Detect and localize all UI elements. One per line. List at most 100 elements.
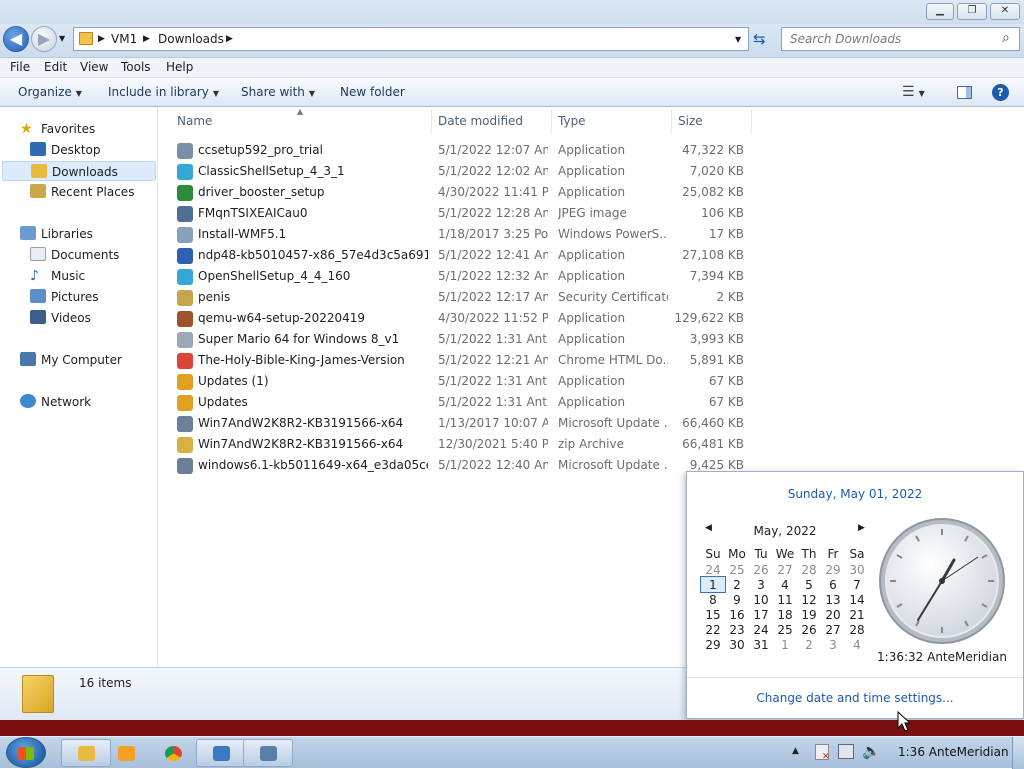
calendar-day[interactable]: 26 [749,562,773,577]
nav-recent-places[interactable]: Recent Places [30,184,134,204]
menu-view[interactable]: View [80,60,108,74]
view-options-icon[interactable]: ☰ ▼ [902,84,925,100]
calendar-day[interactable]: 23 [725,622,749,637]
change-date-time-settings-link[interactable]: Change date and time settings... [687,691,1023,705]
nav-network[interactable]: Network [20,394,91,414]
volume-icon[interactable]: 🔈 [862,742,881,760]
calendar-day[interactable]: 18 [773,607,797,622]
calendar-day[interactable]: 21 [845,607,869,622]
address-dropdown-icon[interactable]: ▼ [735,35,741,44]
calendar-day[interactable]: 30 [845,562,869,577]
file-row[interactable]: Super Mario 64 for Windows 8_v1 5/1/2022 … [175,329,753,350]
file-row[interactable]: OpenShellSetup_4_4_160 5/1/2022 12:32 An.… [175,266,753,287]
show-desktop-button[interactable] [1012,737,1024,769]
calendar-day[interactable]: 22 [701,622,725,637]
calendar-day[interactable]: 29 [701,637,725,652]
calendar-day-today[interactable]: 1 [700,576,726,593]
minimize-button[interactable]: ▁ [926,3,954,20]
taskbar-clock[interactable]: 1:36 AnteMeridian [898,745,1009,759]
taskbar-chrome-button[interactable] [148,739,198,767]
nav-downloads[interactable]: Downloads [2,161,156,181]
calendar-day[interactable]: 10 [749,592,773,607]
nav-my-computer[interactable]: My Computer [20,352,122,372]
nav-music[interactable]: ♪ Music [30,268,85,288]
file-row[interactable]: FMqnTSIXEAICau0 5/1/2022 12:28 An... JPEG … [175,203,753,224]
calendar-day[interactable]: 29 [821,562,845,577]
calendar-day[interactable]: 4 [773,577,797,592]
network-status-icon[interactable] [838,744,854,759]
taskbar-network-setup-button[interactable] [243,739,293,767]
calendar-day[interactable]: 17 [749,607,773,622]
calendar-day[interactable]: 1 [773,637,797,652]
file-row[interactable]: Win7AndW2K8R2-KB3191566-x64 12/30/2021 5:… [175,434,753,455]
calendar-day[interactable]: 7 [845,577,869,592]
calendar-day[interactable]: 16 [725,607,749,622]
calendar-day[interactable]: 26 [797,622,821,637]
calendar-day[interactable]: 8 [701,592,725,607]
long-date-link[interactable]: Sunday, May 01, 2022 [687,487,1023,501]
calendar-day[interactable]: 30 [725,637,749,652]
help-icon[interactable]: ? [992,84,1009,101]
breadcrumb-downloads[interactable]: Downloads [158,32,224,46]
calendar-day[interactable]: 6 [821,577,845,592]
calendar-day[interactable]: 12 [797,592,821,607]
calendar-day[interactable]: 13 [821,592,845,607]
menu-file[interactable]: File [10,60,30,74]
calendar-day[interactable]: 2 [797,637,821,652]
calendar-day[interactable]: 28 [797,562,821,577]
calendar-day[interactable]: 25 [725,562,749,577]
next-month-icon[interactable]: ▶ [858,523,865,533]
calendar-day[interactable]: 9 [725,592,749,607]
nav-libraries[interactable]: Libraries [20,226,93,246]
include-in-library-button[interactable]: Include in library ▼ [108,85,219,99]
calendar-day[interactable]: 28 [845,622,869,637]
nav-videos[interactable]: Videos [30,310,91,330]
calendar-day[interactable]: 27 [821,622,845,637]
taskbar-remote-desktop-button[interactable] [196,739,246,767]
calendar-day[interactable]: 5 [797,577,821,592]
file-row[interactable]: qemu-w64-setup-20220419 4/30/2022 11:52 P… [175,308,753,329]
file-row[interactable]: ccsetup592_pro_trial 5/1/2022 12:07 An...… [175,140,753,161]
column-header-name[interactable]: Name [177,114,212,128]
calendar-day[interactable]: 15 [701,607,725,622]
calendar-day[interactable]: 25 [773,622,797,637]
calendar-day[interactable]: 24 [749,622,773,637]
taskbar-media-player-button[interactable] [101,739,151,767]
calendar-day[interactable]: 24 [701,562,725,577]
nav-desktop[interactable]: Desktop [30,142,101,162]
close-button[interactable]: ✕ [990,3,1020,20]
nav-favorites[interactable]: ★ Favorites [20,121,95,141]
share-with-button[interactable]: Share with ▼ [241,85,315,99]
new-folder-button[interactable]: New folder [340,85,405,99]
menu-tools[interactable]: Tools [121,60,151,74]
calendar-day[interactable]: 4 [845,637,869,652]
back-button[interactable]: ◀ [3,26,29,52]
file-row[interactable]: penis 5/1/2022 12:17 An... Security Certif… [175,287,753,308]
calendar-day[interactable]: 14 [845,592,869,607]
file-row[interactable]: ndp48-kb5010457-x86_57e4d3c5a691a80f... 5… [175,245,753,266]
nav-documents[interactable]: Documents [30,247,119,267]
file-row[interactable]: Win7AndW2K8R2-KB3191566-x64 1/13/2017 10:… [175,413,753,434]
address-bar[interactable]: ▶ VM1 ▶ Downloads ▶ ▼ [73,27,749,51]
calendar-day[interactable]: 3 [821,637,845,652]
column-header-size[interactable]: Size [678,114,703,128]
file-row[interactable]: windows6.1-kb5011649-x64_e3da05ce0ed... 5… [175,455,753,476]
file-row[interactable]: Updates (1) 5/1/2022 1:31 Ant... Applicati… [175,371,753,392]
calendar-day[interactable]: 2 [725,577,749,592]
breadcrumb-vm1[interactable]: VM1 [111,32,137,46]
file-row[interactable]: driver_booster_setup 4/30/2022 11:41 P...… [175,182,753,203]
file-row[interactable]: The-Holy-Bible-King-James-Version 5/1/202… [175,350,753,371]
maximize-button[interactable]: ❐ [957,3,987,20]
calendar-day[interactable]: 11 [773,592,797,607]
calendar-day[interactable]: 3 [749,577,773,592]
calendar-day[interactable]: 27 [773,562,797,577]
preview-pane-icon[interactable] [957,86,972,99]
search-box[interactable]: Search Downloads ⌕ [781,27,1020,51]
menu-edit[interactable]: Edit [44,60,67,74]
show-hidden-icons[interactable]: ▲ [792,746,799,756]
forward-button[interactable]: ▶ [31,26,57,52]
column-header-type[interactable]: Type [558,114,586,128]
column-header-date-modified[interactable]: Date modified [438,114,523,128]
calendar-day[interactable]: 31 [749,637,773,652]
nav-pictures[interactable]: Pictures [30,289,99,309]
